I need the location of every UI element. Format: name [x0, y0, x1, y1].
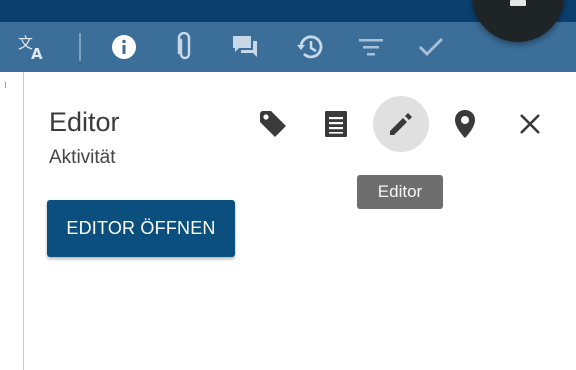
document-icon[interactable]: [308, 96, 364, 152]
close-icon[interactable]: [502, 96, 558, 152]
translate-icon[interactable]: 文 A: [16, 30, 50, 64]
panel-subtitle: Aktivität: [49, 147, 116, 168]
info-icon[interactable]: [107, 30, 141, 64]
check-icon[interactable]: [414, 30, 448, 64]
filter-icon[interactable]: [354, 30, 388, 64]
left-edge-mark: [5, 82, 6, 88]
svg-text:A: A: [31, 45, 43, 62]
toolbar-separator: [79, 33, 81, 61]
tooltip: Editor: [357, 175, 443, 209]
left-divider: [23, 72, 24, 370]
pencil-icon[interactable]: [373, 96, 429, 152]
open-editor-button[interactable]: EDITOR ÖFFNEN: [47, 200, 235, 257]
history-icon[interactable]: [293, 30, 327, 64]
panel-title: Editor: [49, 107, 120, 137]
editor-panel-page: 文 A Editor Aktivität Editor EDITOR ÖFFNE…: [0, 0, 576, 370]
location-pin-icon[interactable]: [437, 96, 493, 152]
tag-icon[interactable]: [245, 96, 301, 152]
comments-icon[interactable]: [228, 30, 262, 64]
attachment-icon[interactable]: [168, 30, 202, 64]
fab-glyph: [510, 0, 526, 6]
